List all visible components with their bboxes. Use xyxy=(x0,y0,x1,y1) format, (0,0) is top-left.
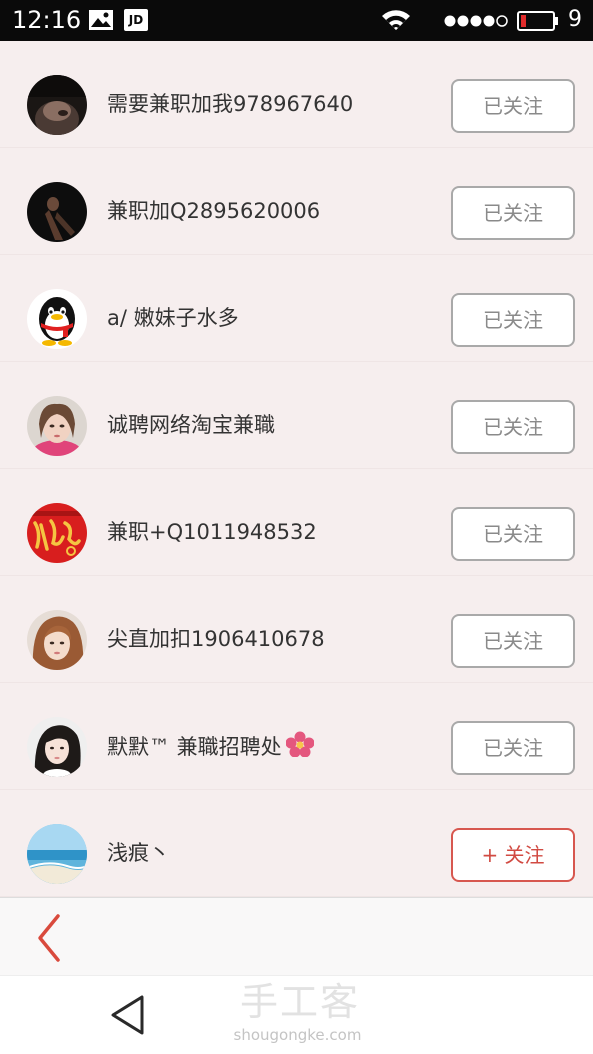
battery-icon xyxy=(517,11,559,35)
user-name[interactable]: 浅痕丶 xyxy=(107,838,170,868)
user-name[interactable]: 诚聘网络淘宝兼職 xyxy=(107,410,275,440)
avatar[interactable] xyxy=(27,610,87,670)
user-name[interactable]: 尖直加扣1906410678 xyxy=(107,624,325,654)
avatar[interactable] xyxy=(27,503,87,563)
user-name[interactable]: 需要兼职加我978967640 xyxy=(107,89,353,119)
wifi-icon xyxy=(381,8,411,36)
signal-dots-icon xyxy=(444,13,508,32)
list-item[interactable]: 兼职加Q2895620006 已关注 xyxy=(0,148,593,255)
user-name[interactable]: 兼职+Q1011948532 xyxy=(107,517,317,547)
list-item[interactable]: 兼职+Q1011948532 已关注 xyxy=(0,469,593,576)
status-time: 12:16 xyxy=(12,6,82,34)
user-name[interactable]: a/ 嫩妹子水多 xyxy=(107,303,239,333)
followed-button[interactable]: 已关注 xyxy=(451,507,575,561)
battery-level: 9 xyxy=(568,7,582,32)
followed-button[interactable]: 已关注 xyxy=(451,79,575,133)
avatar[interactable] xyxy=(27,717,87,777)
list-item[interactable]: 默默™ 兼職招聘处 已关注 xyxy=(0,683,593,790)
followed-button[interactable]: 已关注 xyxy=(451,293,575,347)
avatar[interactable] xyxy=(27,75,87,135)
triangle-back-icon xyxy=(111,995,144,1035)
list-item[interactable]: 浅痕丶 + 关注 xyxy=(0,790,593,897)
followed-button[interactable]: 已关注 xyxy=(451,400,575,454)
image-icon xyxy=(88,9,114,35)
flower-icon xyxy=(285,731,315,765)
avatar[interactable] xyxy=(27,824,87,884)
nav-back-button[interactable] xyxy=(108,993,148,1037)
avatar[interactable] xyxy=(27,289,87,349)
list-item[interactable]: 诚聘网络淘宝兼職 已关注 xyxy=(0,362,593,469)
system-nav-bar: 手工客 shougongke.com xyxy=(0,975,593,1054)
jd-app-icon: JD xyxy=(124,9,148,31)
avatar[interactable] xyxy=(27,396,87,456)
followed-button[interactable]: 已关注 xyxy=(451,186,575,240)
follow-button[interactable]: + 关注 xyxy=(451,828,575,882)
followed-button[interactable]: 已关注 xyxy=(451,614,575,668)
user-name-text[interactable]: 默默™ 兼職招聘处 xyxy=(107,735,282,759)
followed-button[interactable]: 已关注 xyxy=(451,721,575,775)
list-item[interactable]: 尖直加扣1906410678 已关注 xyxy=(0,576,593,683)
back-button[interactable] xyxy=(28,910,74,964)
user-name[interactable]: 兼职加Q2895620006 xyxy=(107,196,320,226)
watermark-url: shougongke.com xyxy=(233,1026,362,1044)
app-bar xyxy=(0,897,593,975)
avatar[interactable] xyxy=(27,182,87,242)
user-name[interactable]: 默默™ 兼職招聘处 xyxy=(107,731,315,765)
follow-list: 需要兼职加我978967640 已关注 兼职加Q2895620006 已关注 a… xyxy=(0,41,593,897)
list-item[interactable]: 需要兼职加我978967640 已关注 xyxy=(0,41,593,148)
watermark-title: 手工客 xyxy=(239,980,360,1024)
list-item[interactable]: a/ 嫩妹子水多 已关注 xyxy=(0,255,593,362)
chevron-left-icon xyxy=(38,914,60,962)
status-bar: 12:16 JD 9 xyxy=(0,0,593,41)
